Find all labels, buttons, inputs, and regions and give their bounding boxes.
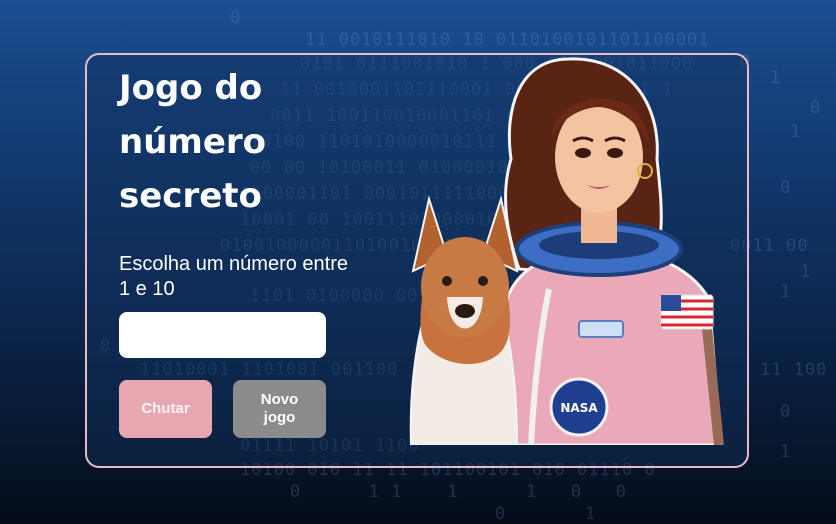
nasa-patch-text: NASA [560, 401, 598, 415]
game-card: Jogo do número secreto Escolha um número… [85, 53, 749, 468]
guess-button-label: Chutar [141, 400, 190, 417]
page-title: Jogo do número secreto [119, 68, 267, 216]
astronaut-dog-illustration: NASA [409, 57, 724, 445]
guess-button[interactable]: Chutar [119, 380, 212, 438]
new-game-button[interactable]: Novo jogo [233, 380, 326, 438]
instructions-text: Escolha um número entre 1 e 10 [119, 253, 349, 300]
new-game-button-label: Novo jogo [260, 391, 299, 426]
guess-input[interactable] [119, 312, 326, 358]
